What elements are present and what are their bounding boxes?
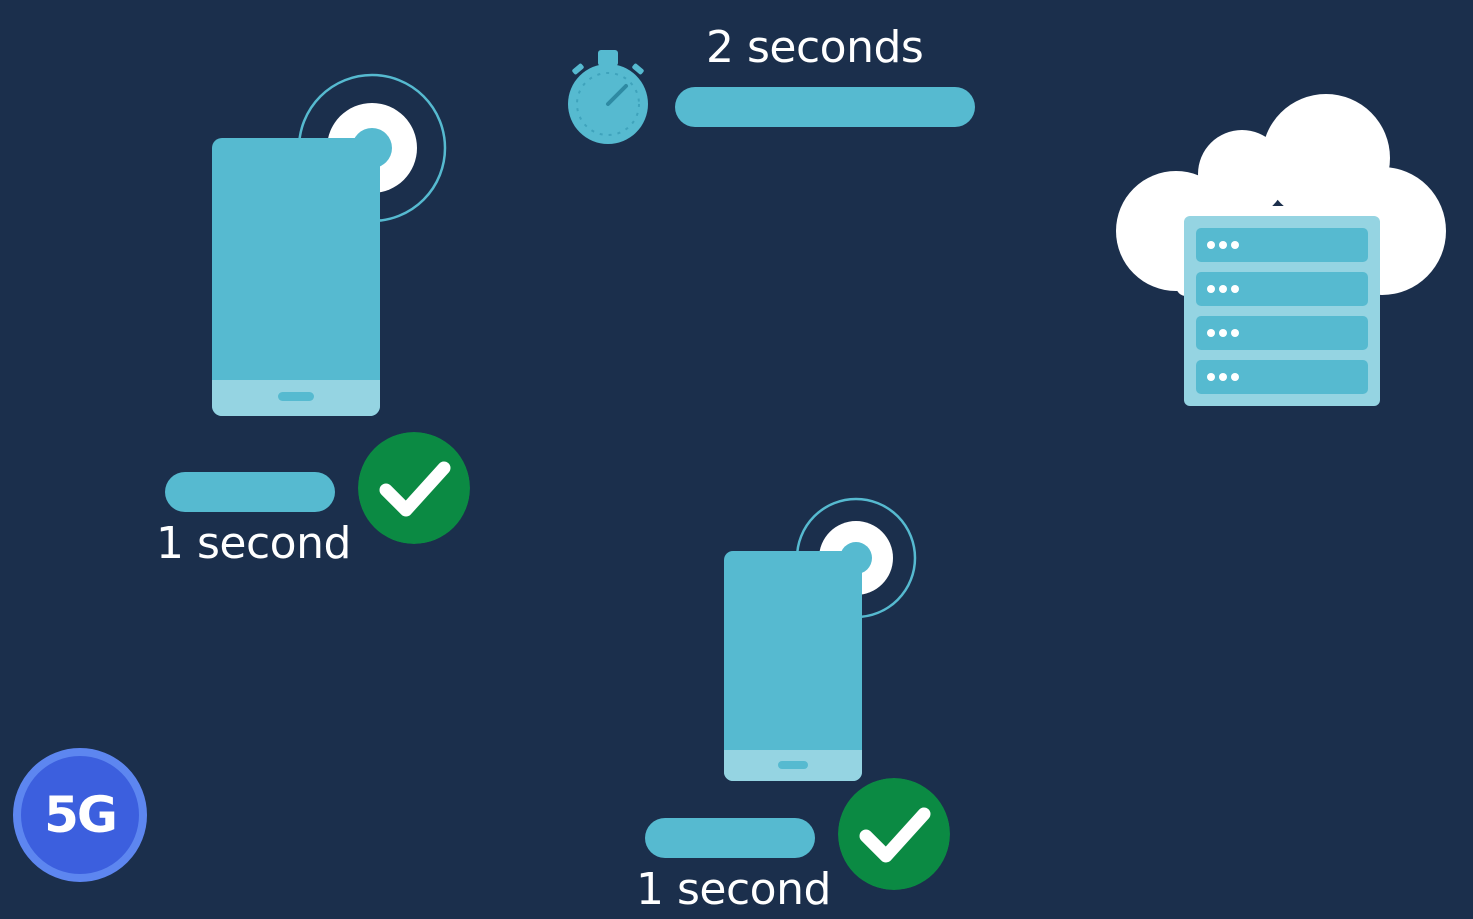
5g-badge-label: 5G <box>44 786 118 844</box>
device-bottom-check-icon <box>838 778 950 890</box>
phone-icon <box>724 551 862 781</box>
illustration-stage: 2 seconds 1 second 1 second 5G <box>0 0 1473 919</box>
device-top-duration-bar <box>165 472 335 512</box>
device-top-time-label: 1 second <box>156 518 351 569</box>
cloud-server-icon <box>1116 94 1446 406</box>
phone-icon <box>212 138 380 416</box>
timer-duration-bar <box>675 87 975 127</box>
5g-badge: 5G <box>13 748 147 882</box>
device-bottom-time-label: 1 second <box>636 864 831 915</box>
stopwatch-icon <box>568 50 648 144</box>
device-top-check-icon <box>358 432 470 544</box>
device-bottom-duration-bar <box>645 818 815 858</box>
timer-label: 2 seconds <box>706 22 924 73</box>
